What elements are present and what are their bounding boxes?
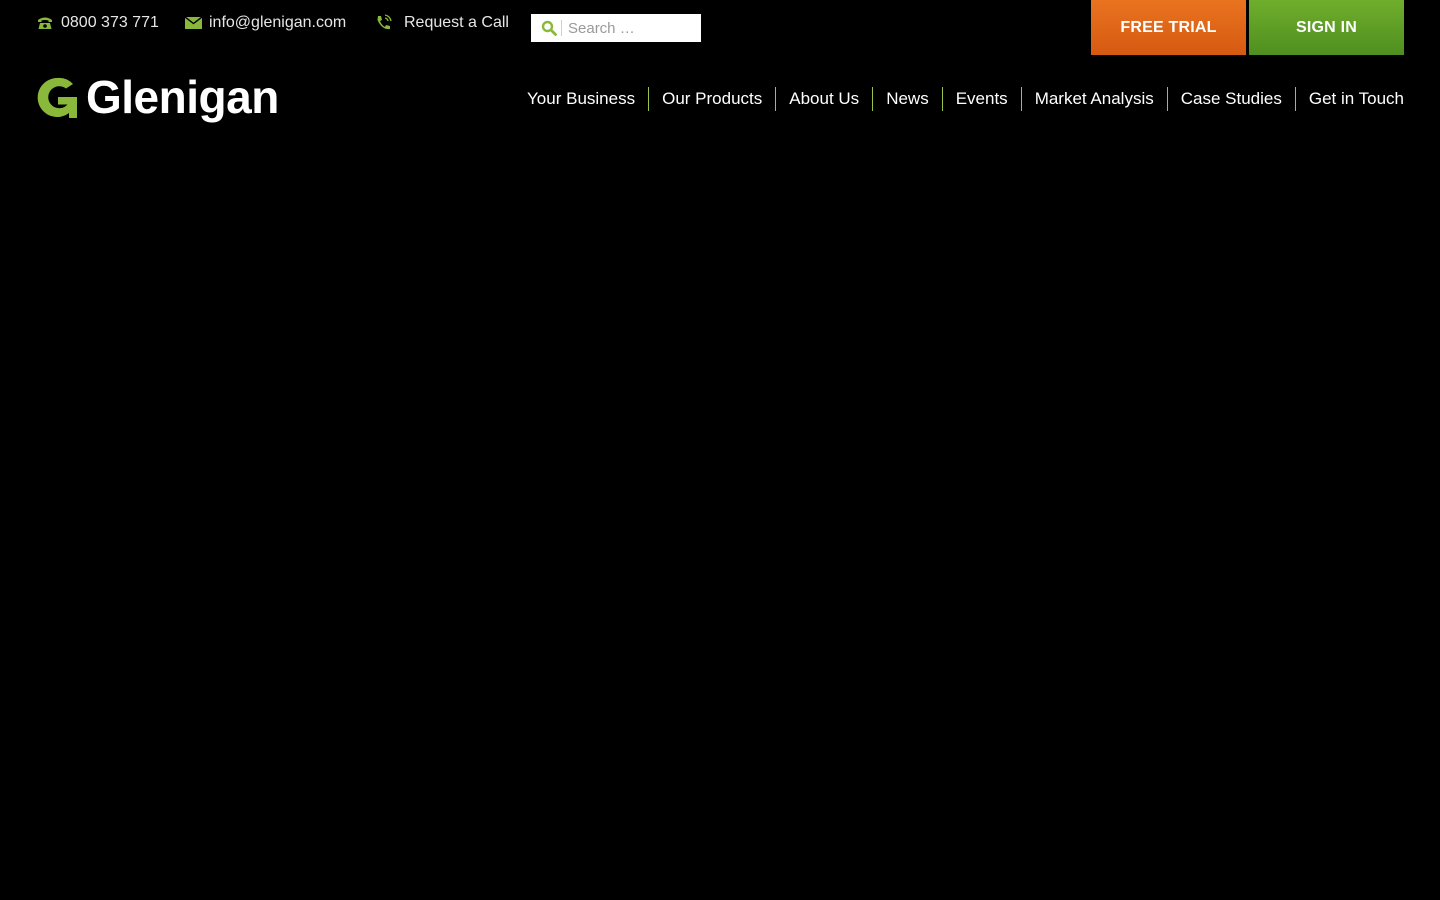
envelope-icon: [184, 14, 202, 32]
phone-ringing-icon: [375, 14, 393, 32]
search-icon[interactable]: [535, 20, 562, 36]
glenigan-logo[interactable]: Glenigan: [36, 74, 279, 120]
nav-item-our-products[interactable]: Our Products: [648, 87, 775, 111]
request-call-label: Request a Call: [404, 14, 509, 31]
request-call-link[interactable]: Request a Call: [375, 14, 509, 32]
nav-item-market-analysis[interactable]: Market Analysis: [1020, 87, 1167, 111]
email-address: info@glenigan.com: [209, 14, 347, 31]
nav-item-your-business[interactable]: Your Business: [514, 87, 648, 111]
sign-in-button[interactable]: SIGN IN: [1249, 0, 1404, 55]
email-contact[interactable]: info@glenigan.com: [184, 14, 346, 32]
top-bar: 0800 373 771 info@glenigan.com Request a…: [0, 0, 1440, 55]
nav-item-news[interactable]: News: [872, 87, 942, 111]
free-trial-button[interactable]: FREE TRIAL: [1091, 0, 1246, 55]
main-nav: Your Business Our Products About Us News…: [514, 87, 1404, 111]
search-box: [531, 14, 701, 42]
brand-name: Glenigan: [86, 71, 279, 123]
nav-item-get-in-touch[interactable]: Get in Touch: [1294, 87, 1404, 111]
phone-number: 0800 373 771: [61, 14, 159, 31]
phone-icon: [36, 14, 54, 32]
phone-contact[interactable]: 0800 373 771: [36, 14, 159, 32]
search-input[interactable]: [562, 15, 698, 41]
nav-item-about-us[interactable]: About Us: [775, 87, 872, 111]
nav-item-case-studies[interactable]: Case Studies: [1166, 87, 1295, 111]
glenigan-g-logo: [37, 77, 77, 118]
nav-item-events[interactable]: Events: [941, 87, 1021, 111]
